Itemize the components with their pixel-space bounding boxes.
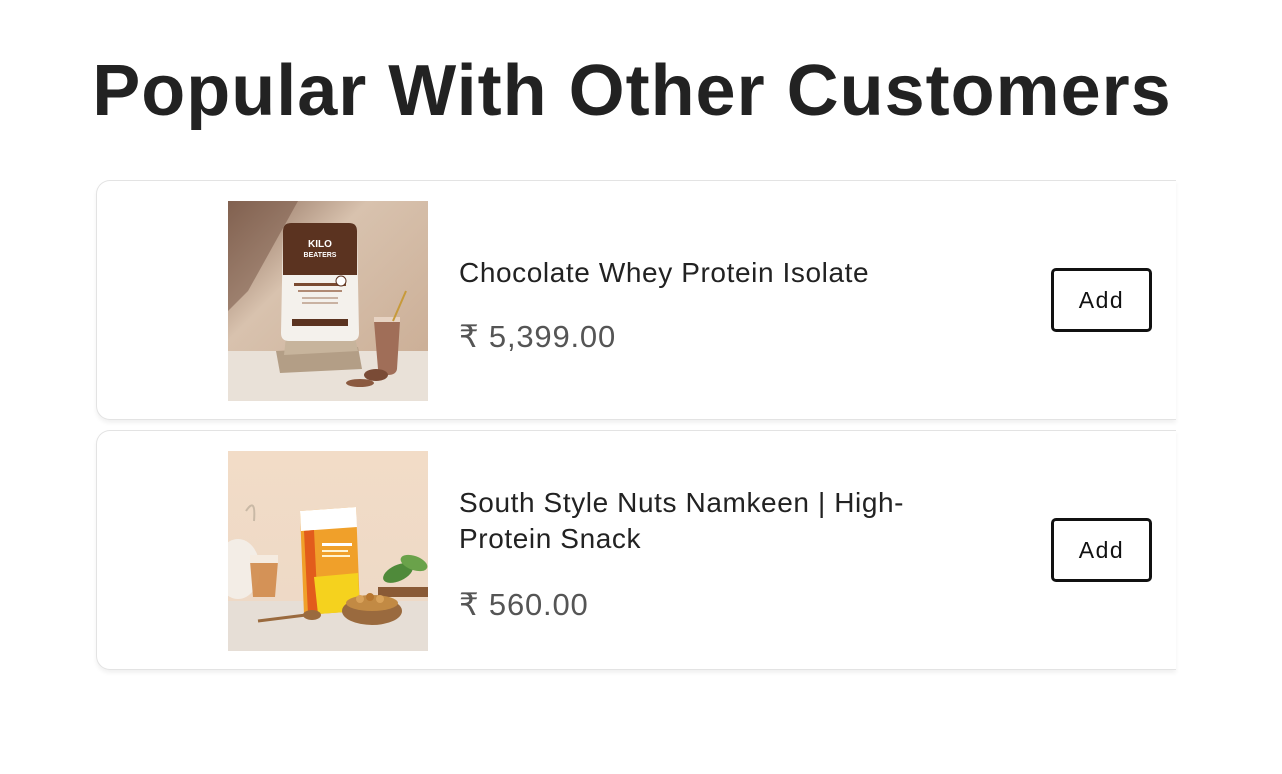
product-info: Chocolate Whey Protein Isolate ₹ 5,399.0… bbox=[459, 255, 959, 355]
product-price: ₹ 560.00 bbox=[459, 587, 589, 622]
product-list: KILO BEATERS Chocolate Whey Protein Isol… bbox=[96, 180, 1176, 680]
product-card[interactable]: South Style Nuts Namkeen | High-Protein … bbox=[96, 430, 1176, 670]
protein-pouch-image: KILO BEATERS bbox=[228, 201, 428, 401]
product-name[interactable]: Chocolate Whey Protein Isolate bbox=[459, 255, 959, 291]
snack-pouch-image bbox=[228, 451, 428, 651]
product-name[interactable]: South Style Nuts Namkeen | High-Protein … bbox=[459, 485, 959, 557]
svg-text:BEATERS: BEATERS bbox=[304, 252, 337, 259]
product-card[interactable]: KILO BEATERS Chocolate Whey Protein Isol… bbox=[96, 180, 1176, 420]
product-image[interactable]: KILO BEATERS bbox=[228, 201, 428, 401]
section-title: Popular With Other Customers bbox=[92, 51, 1172, 131]
product-image[interactable] bbox=[228, 451, 428, 651]
product-price: ₹ 5,399.00 bbox=[459, 319, 617, 354]
product-info: South Style Nuts Namkeen | High-Protein … bbox=[459, 485, 959, 623]
add-to-cart-button[interactable]: Add bbox=[1051, 268, 1152, 332]
add-to-cart-button[interactable]: Add bbox=[1051, 518, 1152, 582]
pouch-brand-text: KILO bbox=[308, 239, 332, 250]
